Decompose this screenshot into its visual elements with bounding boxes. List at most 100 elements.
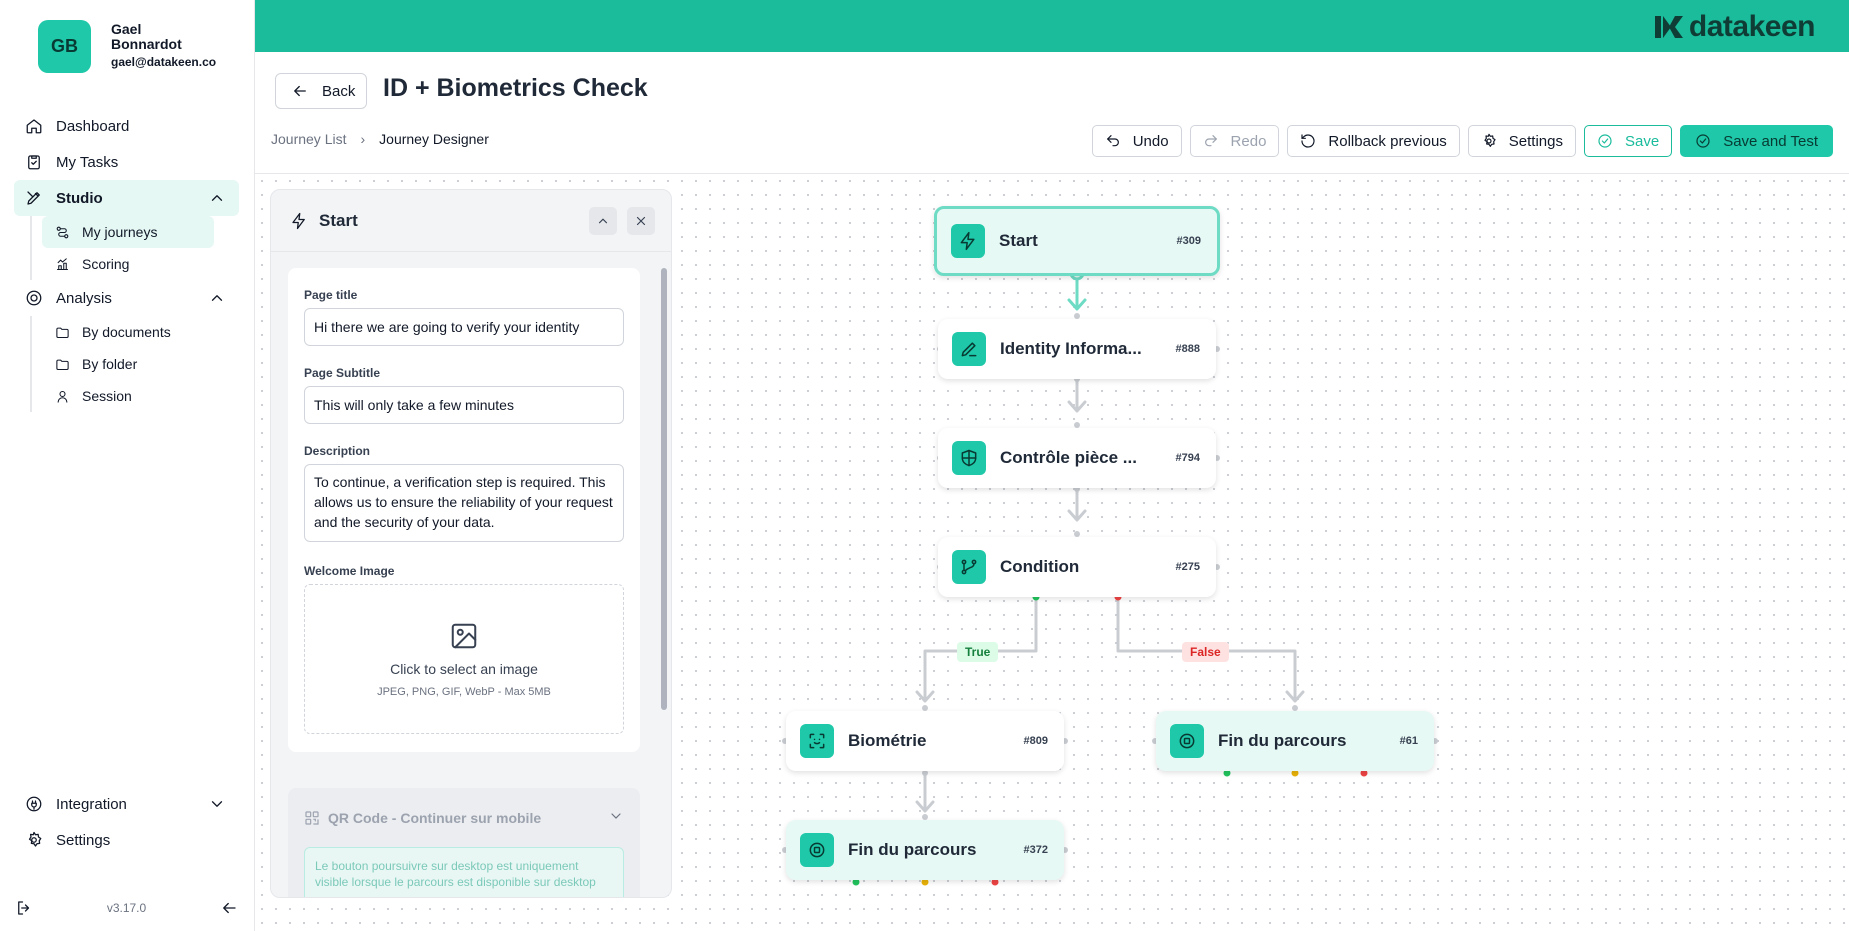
- target-icon: [24, 288, 44, 308]
- redo-button[interactable]: Redo: [1189, 125, 1280, 157]
- nav-by-folder-label: By folder: [82, 356, 138, 372]
- node-settings-panel: Start Page title Hi there we are going t…: [270, 189, 672, 898]
- chevron-up-icon[interactable]: [207, 188, 227, 208]
- chevron-down-icon[interactable]: [608, 808, 624, 827]
- node-id: #888: [1175, 343, 1200, 355]
- nav-my-journeys[interactable]: My journeys: [42, 216, 214, 248]
- analysis-submenu: By documents By folder Session: [30, 316, 239, 412]
- user-icon: [52, 386, 72, 406]
- collapse-sidebar-icon[interactable]: [219, 898, 239, 918]
- image-icon: [451, 623, 477, 648]
- settings-label: Settings: [1508, 132, 1563, 150]
- sidebar: GB Gael Bonnardot gael@datakeen.co Dashb…: [0, 0, 255, 931]
- node-label: Fin du parcours: [1218, 731, 1347, 750]
- nav-scoring[interactable]: Scoring: [42, 248, 239, 280]
- page-subtitle-input[interactable]: This will only take a few minutes: [304, 386, 624, 424]
- undo-button[interactable]: Undo: [1091, 125, 1182, 157]
- node-condition[interactable]: Condition #275: [938, 537, 1216, 597]
- nav-analysis-label: Analysis: [56, 289, 112, 307]
- save-button[interactable]: Save: [1584, 125, 1673, 157]
- node-identity[interactable]: Identity Informa... #888: [938, 319, 1216, 379]
- qr-section-title: QR Code - Continuer sur mobile: [304, 808, 624, 827]
- back-label: Back: [322, 82, 356, 100]
- description-textarea[interactable]: To continue, a verification step is requ…: [304, 464, 624, 542]
- nav-settings[interactable]: Settings: [14, 822, 239, 858]
- back-button[interactable]: Back: [275, 73, 367, 109]
- scoring-icon: [52, 254, 72, 274]
- nav-integration[interactable]: Integration: [14, 786, 239, 822]
- folder-icon: [52, 354, 72, 374]
- user-profile[interactable]: GB Gael Bonnardot gael@datakeen.co: [38, 20, 216, 73]
- save-and-test-button[interactable]: Save and Test: [1680, 125, 1833, 157]
- collapse-panel-button[interactable]: [589, 207, 617, 235]
- settings-button[interactable]: Settings: [1467, 125, 1576, 157]
- image-dropzone[interactable]: Click to select an image JPEG, PNG, GIF,…: [304, 584, 624, 734]
- qr-code-section[interactable]: QR Code - Continuer sur mobile Le bouton…: [288, 788, 640, 897]
- nav-my-tasks[interactable]: My Tasks: [14, 144, 239, 180]
- save-and-test-label: Save and Test: [1723, 132, 1818, 150]
- node-biometrie[interactable]: Biométrie #809: [786, 711, 1064, 771]
- user-name: Gael Bonnardot: [111, 21, 182, 52]
- nav-by-folder[interactable]: By folder: [42, 348, 239, 380]
- page-title-input[interactable]: Hi there we are going to verify your ide…: [304, 308, 624, 346]
- lightning-icon: [951, 224, 985, 258]
- redo-icon: [1204, 135, 1217, 147]
- breadcrumb-separator-icon: ›: [360, 131, 366, 147]
- logo-mark-icon: [1654, 16, 1683, 38]
- shield-icon: [952, 441, 986, 475]
- node-id: #372: [1023, 844, 1048, 856]
- redo-label: Redo: [1230, 132, 1267, 150]
- nav-session-label: Session: [82, 388, 132, 404]
- studio-submenu: My journeys Scoring: [30, 216, 239, 280]
- node-fin-right[interactable]: Fin du parcours #61: [1156, 711, 1434, 771]
- node-label: Fin du parcours: [848, 840, 977, 859]
- node-id: #61: [1399, 735, 1418, 747]
- save-label: Save: [1625, 132, 1660, 150]
- user-email: gael@datakeen.co: [111, 55, 217, 69]
- chevron-up-icon[interactable]: [207, 288, 227, 308]
- chevron-down-icon[interactable]: [207, 794, 227, 814]
- breadcrumb-journey-list[interactable]: Journey List: [271, 131, 346, 147]
- node-start[interactable]: Start #309: [934, 206, 1220, 276]
- check-circle-icon: [1598, 134, 1612, 148]
- nav-session[interactable]: Session: [42, 380, 239, 412]
- node-id: #309: [1176, 235, 1201, 247]
- folder-icon: [52, 322, 72, 342]
- branch-icon: [952, 550, 986, 584]
- stop-icon: [1170, 724, 1204, 758]
- nav-studio[interactable]: Studio: [14, 180, 239, 216]
- node-fin-bottom[interactable]: Fin du parcours #372: [786, 820, 1064, 880]
- lightning-icon: [289, 211, 309, 231]
- logout-icon[interactable]: [14, 898, 34, 918]
- node-id: #275: [1175, 561, 1200, 573]
- pencil-icon: [952, 332, 986, 366]
- breadcrumb: Journey List › Journey Designer: [271, 131, 489, 147]
- face-icon: [800, 724, 834, 758]
- nav-by-documents[interactable]: By documents: [42, 316, 239, 348]
- nav-analysis[interactable]: Analysis: [14, 280, 239, 316]
- node-label: Contrôle pièce ...: [1000, 448, 1137, 467]
- qr-code-icon: [305, 810, 319, 825]
- home-icon: [24, 116, 44, 136]
- undo-icon: [1106, 135, 1119, 147]
- nav-by-documents-label: By documents: [82, 324, 171, 340]
- avatar[interactable]: GB: [38, 20, 91, 73]
- node-id: #809: [1023, 735, 1048, 747]
- panel-scrollbar[interactable]: [661, 268, 667, 710]
- brand-name: datakeen: [1688, 10, 1816, 43]
- true-edge-label: True: [957, 642, 999, 662]
- close-panel-button[interactable]: [627, 207, 655, 235]
- node-id: #794: [1175, 452, 1200, 464]
- rollback-label: Rollback previous: [1328, 132, 1447, 150]
- sidebar-footer: v3.17.0: [14, 898, 239, 918]
- page-subtitle-label: Page Subtitle: [304, 366, 381, 380]
- chevron-up-icon: [598, 218, 608, 224]
- top-bar: datakeen: [255, 0, 1849, 52]
- nav-dashboard[interactable]: Dashboard: [14, 108, 239, 144]
- node-controle[interactable]: Contrôle pièce ... #794: [938, 428, 1216, 488]
- panel-title: Start: [319, 210, 358, 230]
- node-label: Condition: [1000, 557, 1080, 576]
- description-label: Description: [304, 444, 371, 458]
- nav-integration-label: Integration: [56, 795, 127, 813]
- rollback-button[interactable]: Rollback previous: [1287, 125, 1460, 157]
